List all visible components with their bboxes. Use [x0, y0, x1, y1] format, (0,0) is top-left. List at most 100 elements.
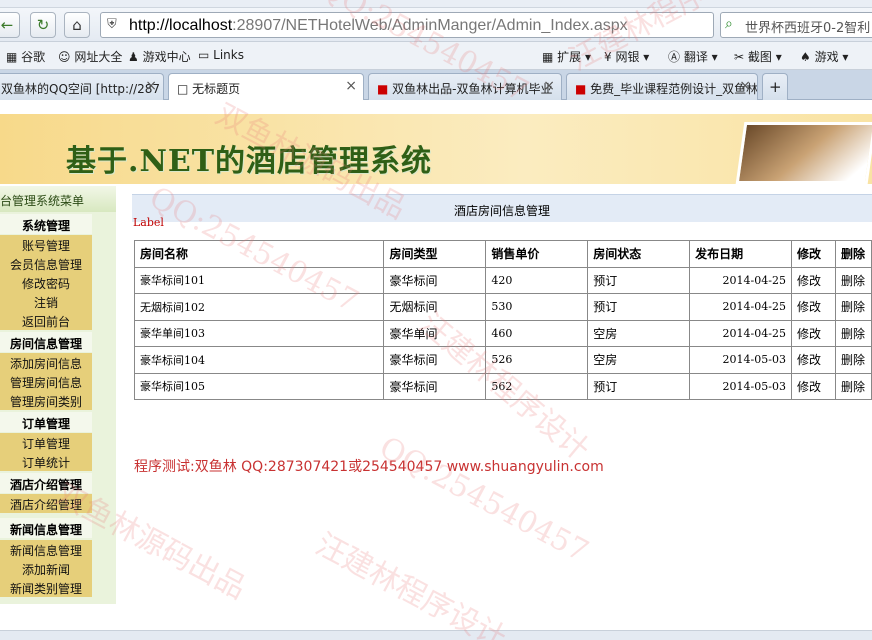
url-host: http://localhost	[129, 17, 233, 34]
cell-price: 530	[485, 293, 589, 321]
edit-link[interactable]: 修改	[790, 319, 836, 347]
cell-room-type: 豪华标间	[383, 266, 487, 294]
menu-group-hotel-intro: 酒店介绍管理	[0, 473, 92, 493]
close-icon[interactable]: ×	[345, 78, 357, 94]
delete-link[interactable]: 删除	[834, 293, 872, 321]
search-text: 世界杯西班牙0-2智利	[745, 21, 871, 36]
menu-group-system: 系统管理	[0, 214, 92, 234]
menu-item-member-info[interactable]: 会员信息管理	[0, 254, 92, 273]
banner: 基于.NET的酒店管理系统	[0, 114, 872, 184]
bank-button[interactable]: ¥ 网银 ▾	[604, 48, 649, 65]
menu-item-order-stats[interactable]: 订单统计	[0, 452, 92, 471]
cell-status: 空房	[587, 319, 691, 347]
credit-text: 程序测试:双鱼林 QQ:287307421或254540457 www.shua…	[134, 459, 604, 475]
refresh-icon[interactable]: ↻	[30, 12, 56, 38]
back-arrow-icon[interactable]: ←	[0, 12, 20, 38]
col-edit: 修改	[790, 240, 836, 268]
close-icon[interactable]: ×	[543, 78, 555, 94]
bookmark-links[interactable]: ▭ Links	[198, 48, 244, 62]
menu-item-change-password[interactable]: 修改密码	[0, 273, 92, 292]
cell-room-type: 豪华标间	[383, 346, 487, 374]
browser-status-bar	[0, 630, 872, 640]
delete-link[interactable]: 删除	[834, 319, 872, 347]
table-row: 豪华单间103 豪华单间 460 空房 2014-04-25 修改 删除	[133, 319, 872, 347]
delete-link[interactable]: 删除	[834, 266, 872, 294]
games-button[interactable]: ♠ 游戏 ▾	[800, 48, 848, 65]
menu-item-news-category[interactable]: 新闻类别管理	[0, 578, 92, 597]
status-label: Label	[133, 216, 164, 229]
bookmark-google[interactable]: ▦ 谷歌	[6, 48, 45, 65]
tab-free-design[interactable]: ■ 免费_毕业课程范例设计_双鱼林 ×	[566, 73, 758, 100]
translate-button[interactable]: Ⓐ 翻译 ▾	[668, 48, 718, 65]
page-content: 基于.NET的酒店管理系统 台管理系统菜单 系统管理 账号管理 会员信息管理 修…	[0, 100, 872, 630]
home-icon[interactable]: ⌂	[64, 12, 90, 38]
col-delete: 删除	[834, 240, 872, 268]
url-path: :28907/NETHotelWeb/AdminManger/Admin_Ind…	[232, 17, 628, 34]
cell-price: 562	[485, 372, 589, 400]
bookmark-site-nav[interactable]: ☺ 网址大全	[58, 48, 122, 65]
browser-title-strip	[0, 0, 872, 8]
menu-item-orders[interactable]: 订单管理	[0, 433, 92, 452]
cell-room-name: 豪华标间105	[133, 372, 385, 400]
edit-link[interactable]: 修改	[790, 372, 836, 400]
tab-qq-space[interactable]: 双鱼林的QQ空间 [http://287 ×	[0, 73, 164, 100]
hotel-photo	[735, 122, 872, 184]
menu-item-account[interactable]: 账号管理	[0, 235, 92, 254]
menu-item-hotel-intro[interactable]: 酒店介绍管理	[0, 494, 92, 513]
delete-link[interactable]: 删除	[834, 346, 872, 374]
menu-item-add-news[interactable]: 添加新闻	[0, 559, 92, 578]
cell-room-type: 豪华标间	[383, 372, 487, 400]
cell-price: 420	[485, 266, 589, 294]
admin-sidebar: 台管理系统菜单 系统管理 账号管理 会员信息管理 修改密码 注销 返回前台 房间…	[0, 186, 116, 604]
menu-group-news: 新闻信息管理	[0, 518, 92, 538]
cell-status: 预订	[587, 372, 691, 400]
cell-status: 空房	[587, 346, 691, 374]
site-icon: ■	[377, 82, 389, 96]
menu-item-front[interactable]: 返回前台	[0, 311, 92, 330]
table-row: 豪华标间105 豪华标间 562 预订 2014-05-03 修改 删除	[133, 372, 872, 400]
search-icon: ⌕	[725, 16, 733, 32]
site-icon: ■	[575, 82, 587, 96]
cell-date: 2014-05-03	[689, 372, 792, 400]
menu-item-news-manage[interactable]: 新闻信息管理	[0, 540, 92, 559]
table-row: 豪华标间101 豪华标间 420 预订 2014-04-25 修改 删除	[133, 266, 872, 294]
col-room-type: 房间类型	[383, 240, 487, 268]
table-row: 豪华标间104 豪华标间 526 空房 2014-05-03 修改 删除	[133, 346, 872, 374]
menu-item-add-room[interactable]: 添加房间信息	[0, 353, 92, 372]
menu-item-logout[interactable]: 注销	[0, 292, 92, 311]
cell-room-name: 豪华标间104	[133, 346, 385, 374]
edit-link[interactable]: 修改	[790, 346, 836, 374]
cell-date: 2014-05-03	[689, 346, 792, 374]
col-room-name: 房间名称	[133, 240, 385, 268]
address-input[interactable]: ⛨ http://localhost:28907/NETHotelWeb/Adm…	[100, 12, 714, 38]
shield-icon: ⛨	[107, 17, 117, 32]
col-status: 房间状态	[587, 240, 691, 268]
cell-status: 预订	[587, 293, 691, 321]
cell-date: 2014-04-25	[689, 293, 792, 321]
cell-room-type: 无烟标间	[383, 293, 487, 321]
extensions-button[interactable]: ▦ 扩展 ▾	[542, 48, 591, 65]
panel-title: 酒店房间信息管理	[132, 194, 872, 222]
menu-item-manage-rooms[interactable]: 管理房间信息	[0, 372, 92, 391]
edit-link[interactable]: 修改	[790, 266, 836, 294]
search-input[interactable]: ⌕ 世界杯西班牙0-2智利	[720, 12, 872, 38]
edit-link[interactable]: 修改	[790, 293, 836, 321]
screenshot-button[interactable]: ✂ 截图 ▾	[734, 48, 782, 65]
cell-status: 预订	[587, 266, 691, 294]
address-toolbar: ← ↻ ⌂ ⛨ http://localhost:28907/NETHotelW…	[0, 8, 872, 42]
cell-price: 526	[485, 346, 589, 374]
close-icon[interactable]: ×	[145, 78, 157, 94]
cell-date: 2014-04-25	[689, 319, 792, 347]
tab-untitled[interactable]: □ 无标题页 ×	[168, 73, 364, 100]
bookmark-games[interactable]: ♟ 游戏中心	[128, 48, 191, 65]
close-icon[interactable]: ×	[739, 78, 751, 94]
table-row: 无烟标间102 无烟标间 530 预订 2014-04-25 修改 删除	[133, 293, 872, 321]
new-tab-button[interactable]: +	[762, 73, 788, 100]
cell-room-name: 豪华标间101	[133, 266, 385, 294]
col-price: 销售单价	[485, 240, 589, 268]
delete-link[interactable]: 删除	[834, 372, 872, 400]
menu-group-rooms: 房间信息管理	[0, 332, 92, 352]
tab-strip: 双鱼林的QQ空间 [http://287 × □ 无标题页 × ■ 双鱼林出品-双鱼…	[0, 70, 872, 100]
menu-item-room-types[interactable]: 管理房间类别	[0, 391, 92, 410]
tab-shuangyulin[interactable]: ■ 双鱼林出品-双鱼林计算机毕业 ×	[368, 73, 562, 100]
